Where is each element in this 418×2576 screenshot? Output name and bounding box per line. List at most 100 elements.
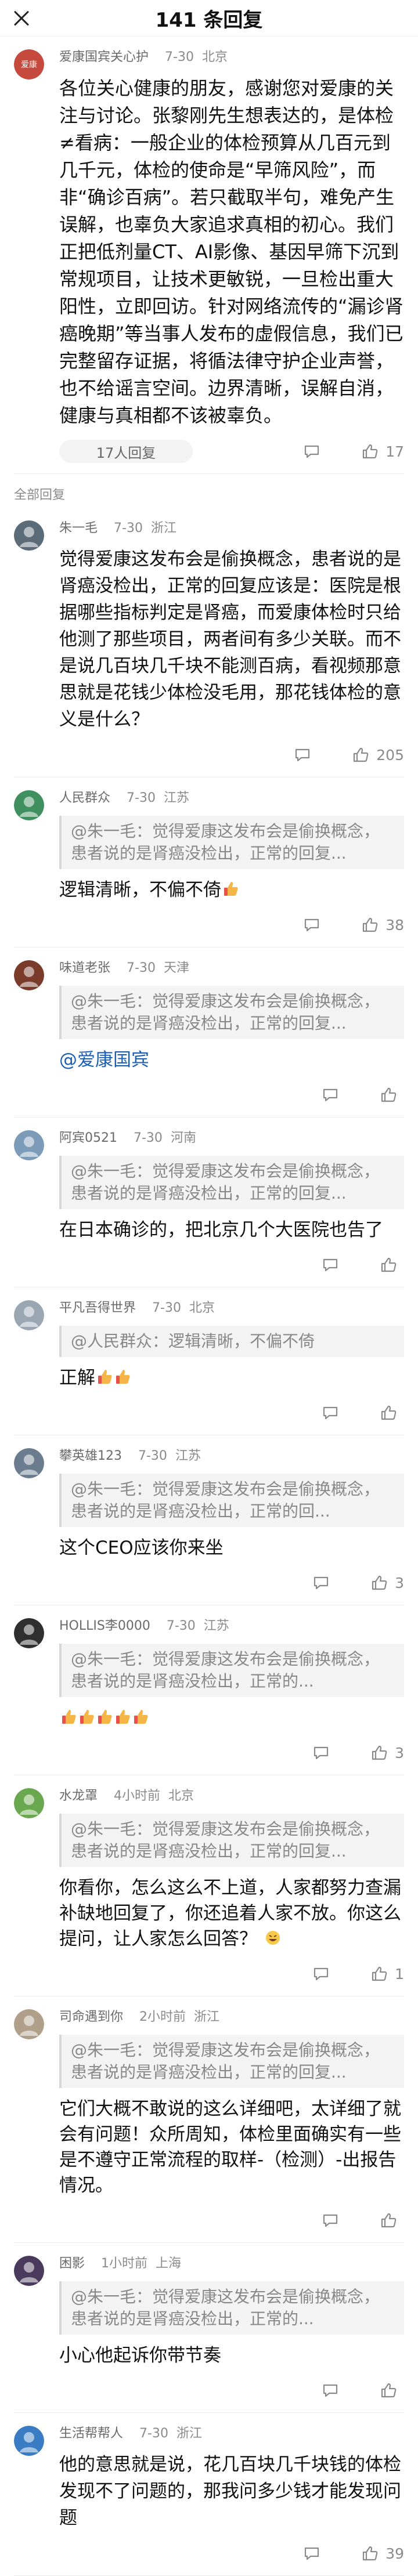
comment-location: 浙江 xyxy=(194,2010,220,2024)
like-button[interactable] xyxy=(380,1256,404,1273)
commenter-name[interactable]: HOLLIS李0000 xyxy=(59,1619,150,1633)
reply-body: 在日本确诊的，把北京几个大医院也告了 xyxy=(59,1220,383,1240)
avatar[interactable] xyxy=(14,2256,44,2286)
quoted-comment[interactable]: @朱一毛：觉得爱康这发布会是偷换概念，患者说的是肾癌没检出，正常的... xyxy=(59,2281,404,2335)
commenter-name[interactable]: 平凡吾得世界 xyxy=(59,1301,136,1315)
comment-button[interactable] xyxy=(322,1086,346,1104)
quoted-comment[interactable]: @人民群众：逻辑清晰，不偏不倚 xyxy=(59,1326,404,1357)
like-button[interactable]: 1 xyxy=(370,1965,404,1982)
comment-button[interactable] xyxy=(294,746,318,764)
thumbs-up-icon xyxy=(363,444,378,459)
quoted-comment[interactable]: @朱一毛：觉得爱康这发布会是偷换概念，患者说的是肾癌没检出，正常的... xyxy=(59,1644,404,1697)
comment-button[interactable] xyxy=(312,1744,337,1761)
quoted-comment[interactable]: @朱一毛：觉得爱康这发布会是偷换概念，患者说的是肾癌没检出，正常的回复... xyxy=(59,816,404,869)
avatar[interactable] xyxy=(14,790,44,820)
avatar[interactable]: 爱康 xyxy=(14,49,44,79)
comment-item: 朱一毛 7-30 浙江 觉得爱康这发布会是偷换概念，患者说的是肾癌没检出，正常的回复应… xyxy=(0,508,418,777)
quoted-comment[interactable]: @朱一毛：觉得爱康这发布会是偷换概念，患者说的是肾癌没检出，正常的回复... xyxy=(59,1156,404,1209)
reply-body: 它们大概不敢说的这么详细吧，太详细了就会有问题！众所周知，体检里面确实有一些是不… xyxy=(59,2099,401,2196)
avatar[interactable] xyxy=(14,960,44,990)
like-count: 3 xyxy=(395,1574,404,1591)
reply-body[interactable]: @爱康国宾 xyxy=(59,1050,149,1070)
like-count: 1 xyxy=(395,1965,404,1982)
commenter-name[interactable]: 水龙罩 xyxy=(59,1789,98,1803)
reply-text: 正解 xyxy=(59,1365,404,1391)
comment-item: 攀英雄123 7-30 江苏 @朱一毛：觉得爱康这发布会是偷换概念，患者说的是肾癌没检… xyxy=(0,1435,418,1605)
comment-meta: 味道老张 7-30 天津 xyxy=(59,959,404,978)
comment-button[interactable] xyxy=(312,1574,337,1591)
comment-actions: 1 xyxy=(14,1962,404,1985)
commenter-name[interactable]: 味道老张 xyxy=(59,961,110,975)
reply-text: @爱康国宾 xyxy=(59,1047,404,1073)
quoted-comment[interactable]: @朱一毛：觉得爱康这发布会是偷换概念，患者说的是肾癌没检出，正常的回复... xyxy=(59,2035,404,2088)
comment-time: 7-30 xyxy=(138,1449,167,1463)
comment-button[interactable] xyxy=(322,1404,346,1421)
comment-button[interactable] xyxy=(303,443,327,460)
comment-actions xyxy=(14,2379,404,2402)
like-button[interactable] xyxy=(380,1086,404,1104)
avatar[interactable] xyxy=(14,520,44,551)
like-button[interactable]: 205 xyxy=(352,746,404,764)
sub-replies-button[interactable]: 17人回复 xyxy=(59,440,193,463)
comment-meta: 司命遇到你 2小时前 浙江 xyxy=(59,2008,404,2027)
like-button[interactable] xyxy=(380,1404,404,1421)
commenter-name[interactable]: 阿宾0521 xyxy=(59,1131,117,1145)
like-button[interactable]: 3 xyxy=(370,1744,404,1761)
like-count: 205 xyxy=(376,746,404,764)
comment-actions: 205 xyxy=(14,743,404,766)
commenter-name[interactable]: 司命遇到你 xyxy=(59,2010,123,2024)
comment-item: HOLLIS李0000 7-30 江苏 @朱一毛：觉得爱康这发布会是偷换概念，患者说的… xyxy=(0,1605,418,1775)
comment-icon xyxy=(323,2384,338,2397)
comment-time: 7-30 xyxy=(127,961,156,975)
commenter-name[interactable]: 攀英雄123 xyxy=(59,1449,122,1463)
comment-time: 7-30 xyxy=(165,50,194,64)
comment-time: 7-30 xyxy=(114,521,143,536)
like-button[interactable]: 3 xyxy=(370,1574,404,1591)
avatar[interactable] xyxy=(14,1130,44,1160)
like-count: 3 xyxy=(395,1744,404,1761)
reply-text: 逻辑清晰，不偏不倚 xyxy=(59,877,404,903)
like-button[interactable]: 39 xyxy=(361,2545,404,2562)
quoted-comment[interactable]: @朱一毛：觉得爱康这发布会是偷换概念，患者说的是肾癌没检出，正常的回... xyxy=(59,1474,404,1527)
comment-button[interactable] xyxy=(322,2212,346,2229)
reply-text: 它们大概不敢说的这么详细吧，太详细了就会有问题！众所周知，体检里面确实有一些是不… xyxy=(59,2096,404,2198)
commenter-name[interactable]: 人民群众 xyxy=(59,791,110,805)
avatar[interactable] xyxy=(14,1788,44,1818)
like-button[interactable] xyxy=(380,2382,404,2399)
commenter-name[interactable]: 朱一毛 xyxy=(59,521,98,536)
comment-meta: 水龙罩 4小时前 北京 xyxy=(59,1787,404,1806)
close-icon[interactable] xyxy=(10,7,33,29)
like-button[interactable]: 38 xyxy=(361,916,404,934)
thumbs-up-icon xyxy=(381,1087,397,1102)
commenter-name[interactable]: 爱康国宾关心护 xyxy=(59,50,149,64)
comment-button[interactable] xyxy=(303,2545,327,2562)
like-button[interactable] xyxy=(380,2212,404,2229)
avatar[interactable] xyxy=(14,1448,44,1478)
avatar[interactable] xyxy=(14,2009,44,2039)
comment-button[interactable] xyxy=(322,2382,346,2399)
comment-button[interactable] xyxy=(312,1965,337,1982)
quoted-comment[interactable]: @朱一毛：觉得爱康这发布会是偷换概念，患者说的是肾癌没检出，正常的回复... xyxy=(59,986,404,1039)
avatar[interactable] xyxy=(14,2426,44,2456)
comment-item: 阿宾0521 7-30 河南 @朱一毛：觉得爱康这发布会是偷换概念，患者说的是肾癌没检… xyxy=(0,1117,418,1287)
thumbs-up-icon xyxy=(372,1966,387,1981)
commenter-name[interactable]: 生活帮帮人 xyxy=(59,2426,123,2441)
avatar[interactable] xyxy=(14,1300,44,1330)
comment-button[interactable] xyxy=(322,1256,346,1273)
thumbs-up-emoji-icon xyxy=(98,1370,112,1384)
thumbs-up-emoji-icon xyxy=(62,1710,76,1724)
comment-actions xyxy=(14,1401,404,1424)
comment-meta: 攀英雄123 7-30 江苏 xyxy=(59,1447,404,1466)
commenter-name[interactable]: 困影 xyxy=(59,2256,85,2271)
avatar[interactable] xyxy=(14,1618,44,1648)
comment-time: 2小时前 xyxy=(139,2010,186,2024)
reply-text: 小心他起诉你带节奏 xyxy=(59,2343,404,2368)
comment-location: 上海 xyxy=(156,2256,182,2271)
quoted-comment[interactable]: @朱一毛：觉得爱康这发布会是偷换概念，患者说的是肾癌没检出，正常的回复... xyxy=(59,1814,404,1867)
comment-button[interactable] xyxy=(303,916,327,934)
comment-item: 司命遇到你 2小时前 浙江 @朱一毛：觉得爱康这发布会是偷换概念，患者说的是肾癌没检出… xyxy=(0,1996,418,2242)
thumbs-up-emoji-icon xyxy=(134,1710,148,1724)
like-button[interactable]: 17 xyxy=(361,443,404,460)
comment-actions xyxy=(14,2209,404,2232)
thumbs-up-icon xyxy=(381,2383,397,2398)
